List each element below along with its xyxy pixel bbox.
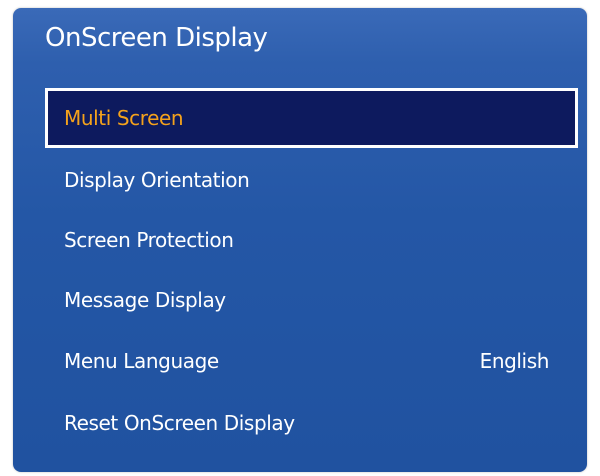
menu-title: OnScreen Display: [45, 23, 268, 53]
menu-item-screen-protection[interactable]: Screen Protection: [45, 210, 578, 270]
menu-item-message-display[interactable]: Message Display: [45, 270, 578, 330]
menu-item-label: Display Orientation: [64, 168, 250, 192]
menu-item-label: Menu Language: [64, 349, 219, 373]
menu-language-value: English: [479, 349, 550, 373]
menu-item-multi-screen[interactable]: Multi Screen: [45, 88, 578, 148]
menu-item-menu-language[interactable]: Menu Language English: [45, 331, 578, 391]
menu-item-reset-onscreen-display[interactable]: Reset OnScreen Display: [45, 393, 578, 453]
menu-item-label: Screen Protection: [64, 228, 234, 252]
osd-menu: OnScreen Display Multi Screen Display Or…: [0, 0, 600, 476]
menu-item-label: Multi Screen: [64, 106, 184, 130]
menu-item-display-orientation[interactable]: Display Orientation: [45, 150, 578, 210]
menu-item-label: Message Display: [64, 288, 226, 312]
menu-item-label: Reset OnScreen Display: [64, 411, 295, 435]
